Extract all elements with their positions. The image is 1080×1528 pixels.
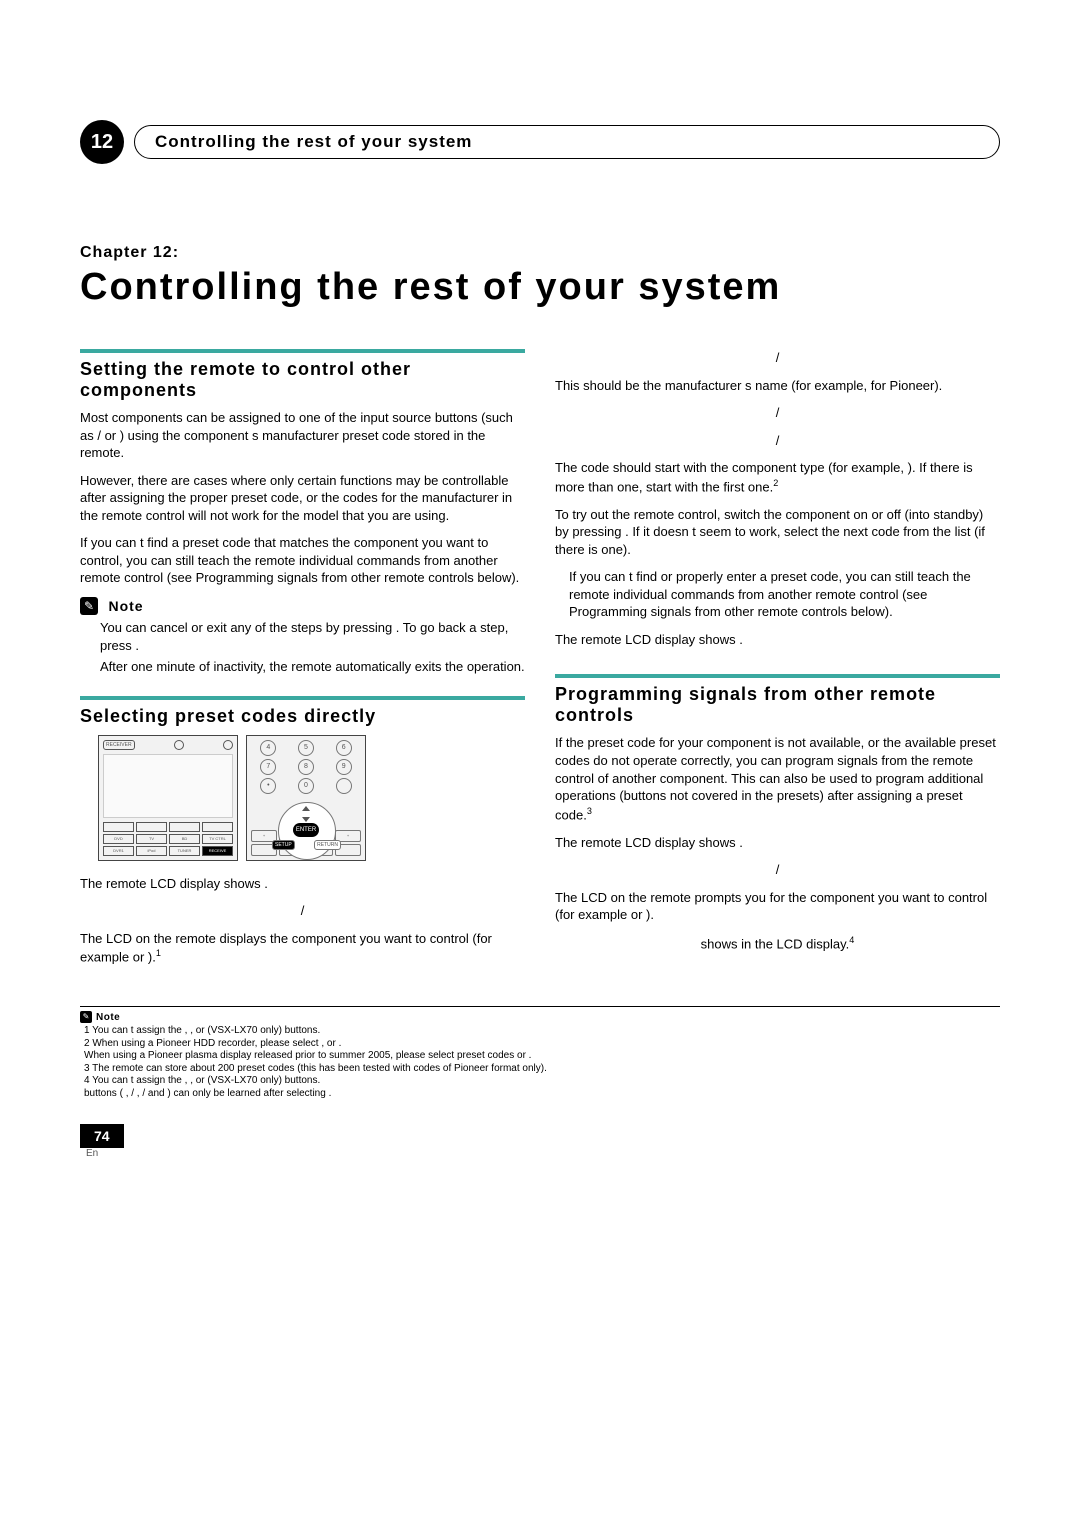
setup-button: SETUP bbox=[272, 840, 295, 850]
page-number-box: 74 bbox=[80, 1124, 124, 1148]
paragraph: The LCD on the remote prompts you for th… bbox=[555, 889, 1000, 924]
footnote-label: Note bbox=[96, 1012, 120, 1023]
chapter-title: Controlling the rest of your system bbox=[80, 266, 1000, 309]
paragraph-text: If the preset code for your component is… bbox=[555, 735, 996, 822]
running-title: Controlling the rest of your system bbox=[134, 125, 1000, 159]
page-lang: En bbox=[86, 1148, 1000, 1159]
footnote-4a: 4 You can t assign the , , or (VSX-LX70 … bbox=[84, 1075, 1000, 1088]
footnote-2b: When using a Pioneer plasma display rele… bbox=[84, 1050, 1000, 1063]
section-title-setting: Setting the remote to control other comp… bbox=[80, 359, 525, 401]
paragraph: The remote LCD display shows . bbox=[555, 631, 1000, 649]
slash-line: / bbox=[555, 432, 1000, 450]
section-rule bbox=[80, 349, 525, 353]
remote-figure: RECEIVER DVD TV BD TV CTRL DV bbox=[98, 735, 525, 861]
remote-btn-tvctl: TV CTRL bbox=[202, 834, 233, 844]
paragraph-text: The code should start with the component… bbox=[555, 460, 973, 494]
footnote-ref-4: 4 bbox=[849, 935, 854, 945]
num-ext: • bbox=[260, 778, 276, 794]
return-button: RETURN bbox=[314, 840, 341, 850]
remote-btn-bd: BD bbox=[169, 834, 200, 844]
remote-btn-tuner: TUNER bbox=[169, 846, 200, 856]
num-4: 4 bbox=[260, 740, 276, 756]
note-label: Note bbox=[108, 598, 143, 614]
num-ext2 bbox=[336, 778, 352, 794]
note-icon: ✎ bbox=[80, 597, 98, 615]
indented-paragraph: If you can t find or properly enter a pr… bbox=[569, 568, 1000, 621]
paragraph: Most components can be assigned to one o… bbox=[80, 409, 525, 462]
num-8: 8 bbox=[298, 759, 314, 775]
slash-line: / bbox=[555, 404, 1000, 422]
left-column: Setting the remote to control other comp… bbox=[80, 349, 525, 976]
page-number: 74 En bbox=[80, 1124, 1000, 1159]
remote-btn-ipod: iPod bbox=[136, 846, 167, 856]
remote-btn bbox=[136, 822, 167, 832]
num-7: 7 bbox=[260, 759, 276, 775]
running-header: 12 Controlling the rest of your system bbox=[80, 120, 1000, 164]
section-title-programming: Programming signals from other remote co… bbox=[555, 684, 1000, 726]
slash-line: / bbox=[555, 349, 1000, 367]
paragraph: The LCD on the remote displays the compo… bbox=[80, 930, 525, 966]
paragraph: The remote LCD display shows . bbox=[80, 875, 525, 893]
power-icon bbox=[223, 740, 233, 750]
paragraph: shows in the LCD display.4 bbox=[555, 934, 1000, 953]
paragraph: The code should start with the component… bbox=[555, 459, 1000, 495]
right-column: / This should be the manufacturer s name… bbox=[555, 349, 1000, 976]
footnote-ref-3: 3 bbox=[587, 806, 592, 816]
arrow-up-icon bbox=[302, 806, 310, 811]
arrow-down-icon bbox=[302, 817, 310, 822]
note-icon: ✎ bbox=[80, 1011, 92, 1023]
remote-btn-tv: TV bbox=[136, 834, 167, 844]
footnote-4b: buttons ( , / , / and ) can only be lear… bbox=[84, 1088, 1000, 1101]
note-item: You can cancel or exit any of the steps … bbox=[100, 619, 525, 654]
remote-btn bbox=[202, 822, 233, 832]
paragraph: The remote LCD display shows . bbox=[555, 834, 1000, 852]
chapter-number-circle: 12 bbox=[80, 120, 124, 164]
paragraph: To try out the remote control, switch th… bbox=[555, 506, 1000, 559]
remote-btn-receive: RECEIVE bbox=[202, 846, 233, 856]
footnote-1: 1 You can t assign the , , or (VSX-LX70 … bbox=[84, 1025, 1000, 1038]
power-icon bbox=[174, 740, 184, 750]
paragraph-text: shows in the LCD display. bbox=[701, 936, 850, 951]
note-block: ✎ Note You can cancel or exit any of the… bbox=[80, 597, 525, 676]
slash-line: / bbox=[555, 861, 1000, 879]
remote-btn-dvd: DVD bbox=[103, 834, 134, 844]
footnote-ref-2: 2 bbox=[773, 478, 778, 488]
footnote-3: 3 The remote can store about 200 preset … bbox=[84, 1063, 1000, 1076]
enter-button: ENTER bbox=[293, 823, 319, 837]
remote-left-panel: RECEIVER DVD TV BD TV CTRL DV bbox=[98, 735, 238, 861]
remote-btn bbox=[103, 822, 134, 832]
chapter-label: Chapter 12: bbox=[80, 244, 1000, 262]
section-rule bbox=[80, 696, 525, 700]
paragraph: However, there are cases where only cert… bbox=[80, 472, 525, 525]
num-0: 0 bbox=[298, 778, 314, 794]
footnote-2: 2 When using a Pioneer HDD recorder, ple… bbox=[84, 1038, 1000, 1051]
num-5: 5 bbox=[298, 740, 314, 756]
remote-right-panel: 4 5 6 7 8 9 • 0 ENTER bbox=[246, 735, 366, 861]
receiver-label: RECEIVER bbox=[103, 740, 135, 750]
note-item: After one minute of inactivity, the remo… bbox=[100, 658, 525, 676]
lcd-area bbox=[103, 754, 233, 818]
paragraph: This should be the manufacturer s name (… bbox=[555, 377, 1000, 395]
section-rule bbox=[555, 674, 1000, 678]
remote-btn bbox=[169, 822, 200, 832]
dpad: ENTER SETUP RETURN bbox=[276, 800, 336, 828]
paragraph: If you can t find a preset code that mat… bbox=[80, 534, 525, 587]
paragraph: If the preset code for your component is… bbox=[555, 734, 1000, 823]
num-6: 6 bbox=[336, 740, 352, 756]
slash-line: / bbox=[80, 902, 525, 920]
remote-btn-dvr1: DVR1 bbox=[103, 846, 134, 856]
section-title-preset: Selecting preset codes directly bbox=[80, 706, 525, 727]
paragraph-text: The LCD on the remote displays the compo… bbox=[80, 931, 492, 965]
footnote-ref-1: 1 bbox=[156, 948, 161, 958]
footnotes: ✎ Note 1 You can t assign the , , or (VS… bbox=[80, 1006, 1000, 1100]
num-9: 9 bbox=[336, 759, 352, 775]
